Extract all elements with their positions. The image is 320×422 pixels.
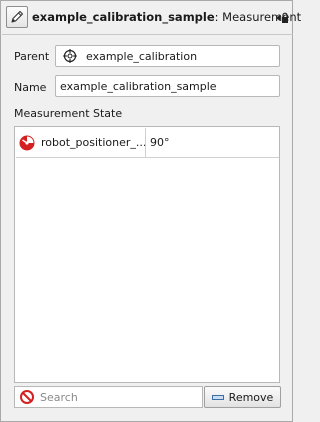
name-field[interactable]: example_calibration_sample <box>55 75 280 97</box>
measurement-panel: example_calibration_sample: Measurement … <box>0 0 301 422</box>
edit-button[interactable] <box>6 6 28 28</box>
row-name-cell[interactable]: robot_positioner_... <box>16 128 146 157</box>
table-row[interactable]: robot_positioner_... 90° <box>16 128 279 158</box>
parent-label: Parent <box>14 50 50 63</box>
pencil-icon <box>11 10 24 23</box>
minus-icon <box>211 394 224 400</box>
gauge-icon <box>19 135 35 150</box>
measurement-state-label: Measurement State <box>14 107 123 120</box>
search-input[interactable] <box>40 390 190 404</box>
remove-label: Remove <box>228 390 274 404</box>
search-box[interactable] <box>14 386 203 408</box>
target-icon <box>63 49 77 63</box>
remove-button[interactable]: Remove <box>204 386 281 408</box>
row-value[interactable]: 90° <box>146 136 170 149</box>
name-value: example_calibration_sample <box>60 79 217 93</box>
parent-field[interactable]: example_calibration <box>55 45 280 67</box>
title-object-name: example_calibration_sample <box>32 10 215 24</box>
name-label: Name <box>14 81 47 94</box>
measurement-state-table[interactable]: robot_positioner_... 90° <box>14 126 280 383</box>
header-divider <box>2 34 293 35</box>
panel-header: example_calibration_sample: Measurement <box>2 2 301 34</box>
pin-icon[interactable] <box>275 12 289 24</box>
row-name: robot_positioner_... <box>41 136 146 149</box>
panel-title: example_calibration_sample: Measurement <box>32 10 301 24</box>
no-entry-icon <box>20 390 34 404</box>
parent-value: example_calibration <box>86 49 198 63</box>
